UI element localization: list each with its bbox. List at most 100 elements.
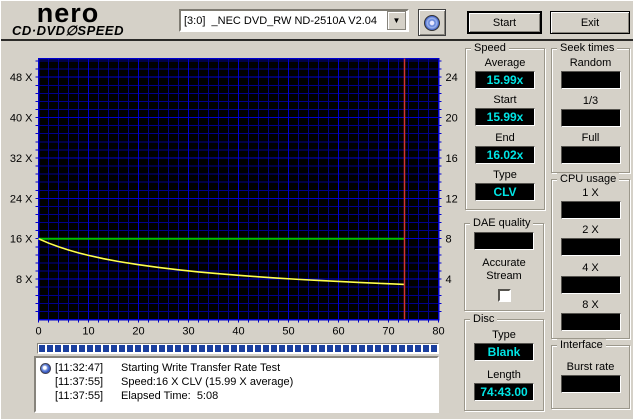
cpu-8x-field: 8 X [561,299,621,331]
log-timestamp: [11:32:47] [55,362,111,374]
seek-times-group: Seek times Random 1/3 Full [551,48,630,173]
cpu-8x-value [561,313,621,331]
disc-icon [424,15,440,31]
x-tick-label: 80 [432,326,444,338]
header-bar: nero CD·DVD∅SPEED [3:0] _NEC DVD_RW ND-2… [1,1,633,41]
x-tick-label: 20 [132,326,144,338]
field-label: 1/3 [583,95,598,107]
chart-grid [39,59,439,320]
y-left-tick-label: 40 X [10,113,33,125]
logo-cdspeed-text: CD·DVD∅SPEED [3,25,133,37]
y-right-tick-label: 16 [446,153,458,165]
dae-quality-group: DAE quality Accurate Stream [464,223,544,311]
x-tick-label: 30 [182,326,194,338]
field-label: Type [492,329,516,341]
speed-end-value: 16.02x [475,146,535,164]
y-right-tick-label: 4 [446,274,452,286]
x-tick-label: 40 [232,326,244,338]
progress-bar [37,343,439,354]
disc-group-body: Type Blank Length 74:43.00 [465,322,543,408]
y-left-tick-label: 48 X [10,72,33,84]
log-timestamp: [11:37:55] [55,390,111,402]
disc-icon [40,363,51,374]
speed-type-field: Type CLV [475,169,535,201]
cpu-1x-field: 1 X [561,187,621,219]
drive-selector-value[interactable]: [3:0] _NEC DVD_RW ND-2510A V2.04 [181,15,387,27]
y-left-tick-label: 16 X [10,234,33,246]
disc-length-value: 74:43.00 [474,383,534,401]
field-label: 1 X [582,187,599,199]
x-tick-label: 60 [332,326,344,338]
burst-rate-value [561,375,621,393]
x-tick-label: 50 [282,326,294,338]
disc-type-field: Type Blank [474,329,534,361]
disc-group: Disc Type Blank Length 74:43.00 [464,319,544,411]
log-row[interactable]: [11:32:47] Starting Write Transfer Rate … [40,361,433,375]
speed-average-value: 15.99x [475,71,535,89]
log-message: Speed:16 X CLV (15.99 X average) [121,376,293,388]
disc-length-field: Length 74:43.00 [474,369,534,401]
x-tick-label: 70 [382,326,394,338]
seek-random-value [561,71,621,89]
field-label: Length [487,369,521,381]
accurate-stream-label: Accurate Stream [469,257,539,283]
accurate-stream-checkbox[interactable] [498,289,511,302]
y-left-tick-label: 8 X [16,274,33,286]
drive-selector[interactable]: [3:0] _NEC DVD_RW ND-2510A V2.04 ▼ [179,9,409,32]
seek-third-value [561,109,621,127]
logo-nero-text: nero [3,1,133,25]
exit-button[interactable]: Exit [550,11,630,34]
cpu-2x-field: 2 X [561,224,621,256]
seek-third-field: 1/3 [561,95,621,127]
field-label: 2 X [582,224,599,236]
nero-logo: nero CD·DVD∅SPEED [3,1,133,37]
interface-group: Interface Burst rate [551,345,630,409]
log-timestamp: [11:37:55] [55,376,111,388]
disc-info-button[interactable] [418,9,446,36]
transfer-rate-chart: 8 X 16 X 24 X 32 X 40 X 48 X 4 8 12 16 20 24 0 10 20 30… [1,42,463,342]
start-button[interactable]: Start [467,11,542,34]
y-left-tick-label: 32 X [10,153,33,165]
chevron-down-icon[interactable]: ▼ [387,11,406,30]
log-row[interactable]: [11:37:55] Speed:16 X CLV (15.99 X avera… [40,375,433,389]
burst-rate-field: Burst rate [561,361,621,393]
y-right-tick-label: 20 [446,113,458,125]
x-tick-label: 0 [35,326,41,338]
field-label: Type [493,169,517,181]
seek-times-group-body: Random 1/3 Full [552,51,629,170]
speed-end-field: End 16.02x [475,132,535,164]
speed-group: Speed Average 15.99x Start 15.99x End 16… [465,48,545,210]
y-right-tick-label: 24 [446,72,458,84]
y-left-tick-label: 24 X [10,193,33,205]
field-label: Full [582,132,600,144]
dae-quality-group-body: Accurate Stream [465,226,543,308]
y-right-tick-label: 8 [446,234,452,246]
log-listbox[interactable]: [11:32:47] Starting Write Transfer Rate … [34,356,439,413]
cpu-4x-field: 4 X [561,262,621,294]
field-label: Random [570,57,612,69]
speed-start-value: 15.99x [475,108,535,126]
progress-bar-fill [39,345,437,352]
log-row[interactable]: [11:37:55] Elapsed Time: 5:08 [40,389,433,403]
seek-random-field: Random [561,57,621,89]
seek-full-field: Full [561,132,621,164]
field-label: Average [485,57,526,69]
speed-type-value: CLV [475,183,535,201]
speed-start-field: Start 15.99x [475,94,535,126]
speed-group-body: Average 15.99x Start 15.99x End 16.02x T… [466,51,544,207]
log-message: Starting Write Transfer Rate Test [121,362,280,374]
cpu-2x-value [561,238,621,256]
field-label: 8 X [582,299,599,311]
log-icon-cell [40,363,55,374]
dae-quality-value [474,232,534,250]
interface-group-body: Burst rate [552,348,629,406]
app-window: nero CD·DVD∅SPEED [3:0] _NEC DVD_RW ND-2… [0,0,633,419]
field-label: End [495,132,515,144]
field-label: Burst rate [567,361,615,373]
y-right-tick-label: 12 [446,193,458,205]
cpu-usage-group-body: 1 X 2 X 4 X 8 X [552,182,629,336]
x-tick-label: 10 [82,326,94,338]
cpu-usage-group: CPU usage 1 X 2 X 4 X 8 X [551,179,630,339]
log-message: Elapsed Time: 5:08 [121,390,218,402]
seek-full-value [561,146,621,164]
